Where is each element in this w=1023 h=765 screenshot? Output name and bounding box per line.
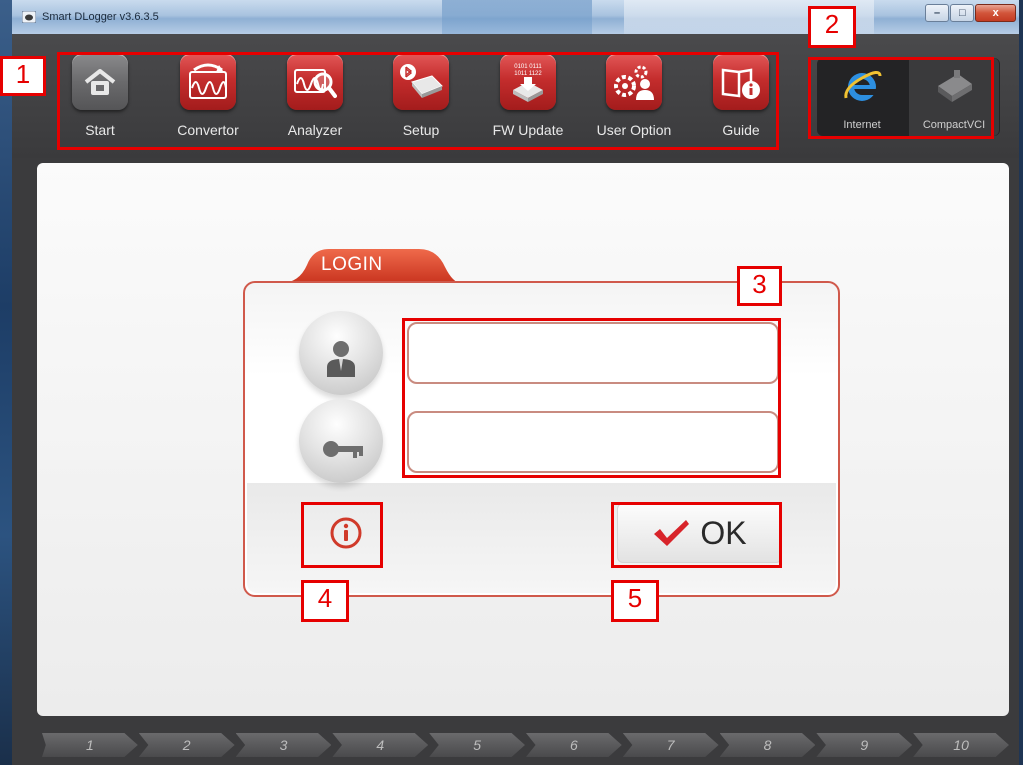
step-item: 6 — [525, 733, 622, 757]
window-controls: – □ x — [925, 4, 1017, 24]
step-item: 4 — [332, 733, 429, 757]
step-item: 1 — [42, 733, 138, 757]
login-tab-label: LOGIN — [321, 254, 383, 275]
title-bar[interactable]: Smart DLogger v3.6.3.5 – □ x — [12, 0, 1019, 34]
step-item: 10 — [913, 733, 1009, 757]
step-item: 9 — [816, 733, 913, 757]
annotation-label-2: 2 — [808, 6, 856, 48]
annotation-label-4: 4 — [301, 580, 349, 622]
step-item: 2 — [138, 733, 235, 757]
password-avatar — [299, 399, 383, 483]
user-avatar — [299, 311, 383, 395]
annotation-box-toolbar — [57, 52, 779, 150]
maximize-button[interactable]: □ — [950, 4, 975, 22]
desktop-background-left — [0, 0, 12, 765]
step-item: 7 — [622, 733, 719, 757]
app-logo-icon — [22, 11, 36, 23]
minimize-button[interactable]: – — [925, 4, 950, 22]
desktop-background-right — [1019, 0, 1023, 765]
step-indicator-bar: 1 2 3 4 5 6 7 8 9 10 — [42, 733, 1010, 759]
annotation-box-info — [301, 502, 383, 568]
annotation-box-ok — [611, 502, 782, 568]
step-item: 3 — [235, 733, 332, 757]
window-title: Smart DLogger v3.6.3.5 — [42, 11, 159, 23]
key-icon — [323, 441, 363, 458]
annotation-label-1: 1 — [0, 56, 46, 96]
step-item: 8 — [719, 733, 816, 757]
annotation-label-5: 5 — [611, 580, 659, 622]
close-button[interactable]: x — [975, 4, 1017, 22]
annotation-box-connections — [808, 57, 994, 139]
step-item: 5 — [429, 733, 525, 757]
user-icon — [327, 341, 355, 377]
annotation-label-3: 3 — [737, 266, 782, 306]
annotation-box-fields — [402, 318, 781, 478]
background-window-blur — [442, 0, 592, 34]
